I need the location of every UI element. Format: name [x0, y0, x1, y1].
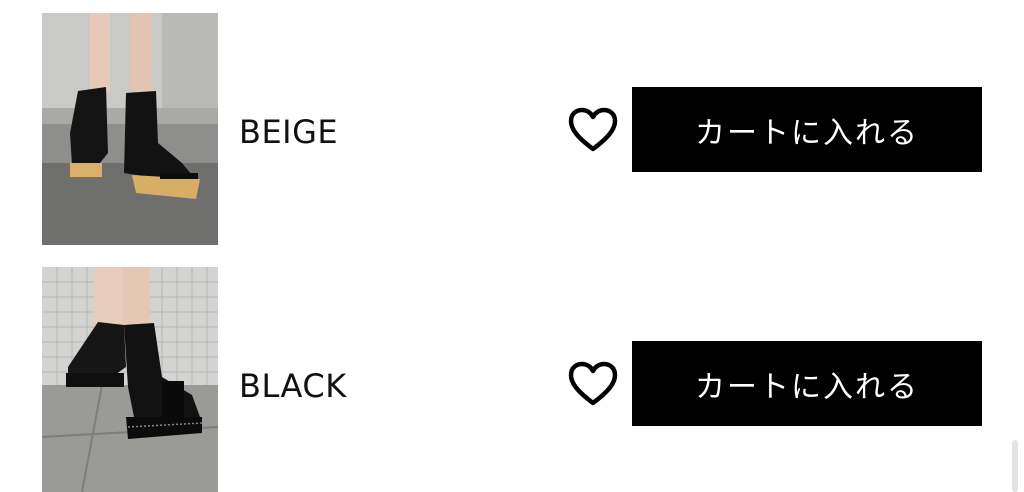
product-thumbnail-black[interactable]: [42, 267, 218, 492]
heart-outline-icon: [568, 107, 618, 152]
color-variant-row-black: BLACK カートに入れる: [0, 267, 1024, 492]
color-variant-row-beige: BEIGE カートに入れる: [0, 13, 1024, 245]
favorite-button[interactable]: [567, 361, 619, 407]
beige-boots-image: [42, 13, 218, 245]
product-thumbnail-beige[interactable]: [42, 13, 218, 245]
product-color-list: BEIGE カートに入れる BLACK カートに入れる: [0, 0, 1024, 492]
scrollbar[interactable]: [1012, 440, 1018, 492]
add-to-cart-button[interactable]: カートに入れる: [632, 341, 982, 426]
favorite-button[interactable]: [567, 107, 619, 153]
add-to-cart-button[interactable]: カートに入れる: [632, 87, 982, 172]
color-name-label: BEIGE: [239, 113, 339, 151]
heart-outline-icon: [568, 361, 618, 406]
black-boots-image: [42, 267, 218, 492]
color-name-label: BLACK: [239, 367, 347, 405]
